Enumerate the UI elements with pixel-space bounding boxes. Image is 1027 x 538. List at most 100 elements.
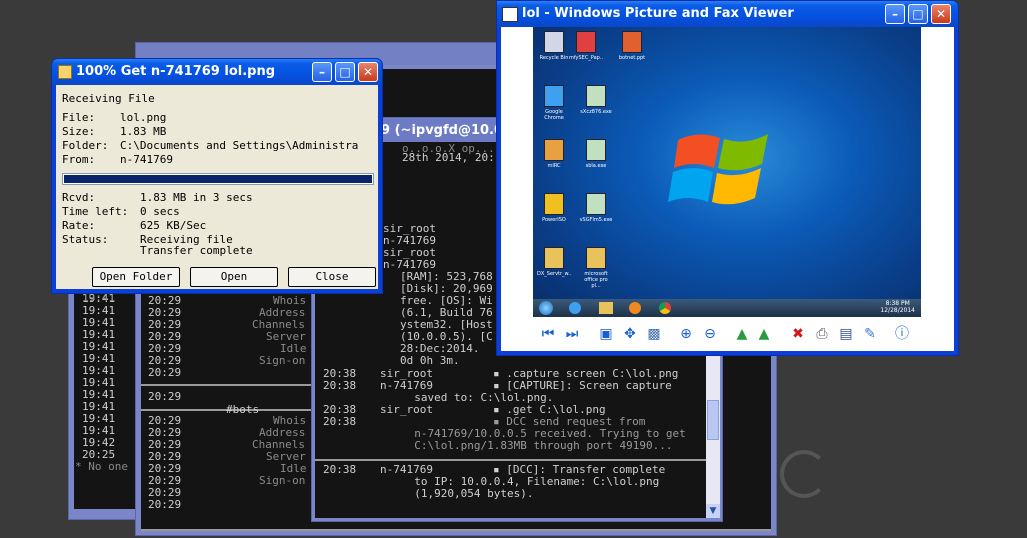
folder-value: C:\Documents and Settings\Administra [120,139,359,152]
file-value: lol.png [120,111,167,124]
file-icon [586,193,606,215]
slideshow-icon[interactable]: ▩ [645,325,663,343]
dcc-dialog-title: 100% Get n-741769 lol.png [76,64,276,79]
file-icon [586,247,606,269]
desktop-icon[interactable]: sXcz876.exe [579,85,613,115]
whois-field-sign-on: Sign-on [259,474,306,487]
desktop-icon[interactable]: Google Chrome [537,85,571,121]
no-one-text: * No one [75,460,128,473]
taskbar-explorer-icon[interactable] [599,302,613,314]
desktop-icon-label: microsoft office pro pl... [584,271,608,289]
help-icon[interactable]: ⓘ [893,325,911,343]
actual-size-icon[interactable]: ✥ [621,325,639,343]
screenshot-image[interactable]: Recycle Bin mfySEC_Pap... botnet.ppt Google… [533,27,921,317]
viewer-toolbar: ⏮ ⏭ ▣ ✥ ▩ ⊕ ⊖ ▲ ▲ ✖ ⎙ ▤ ✎ ⓘ [539,325,919,345]
message-time: 20:38 [323,415,357,428]
whois-field-sign-on: Sign-on [259,354,306,367]
open-button[interactable]: Open [190,267,278,287]
size-label: Size: [62,125,96,138]
bottom-time: 20:29 [148,498,182,511]
file-icon [544,193,564,215]
dcc-dialog-titlebar[interactable]: 100% Get n-741769 lol.png – □ ✕ [52,59,382,85]
time-left-label: Time left: [62,205,129,218]
scroll-down-arrow-icon[interactable]: ▼ [706,504,720,518]
dcc-heading: Receiving File [62,92,155,105]
status-value-2: Transfer complete [140,244,253,257]
viewer-client: Recycle Bin mfySEC_Pap... botnet.ppt Google… [501,27,954,351]
desktop-icon[interactable]: PowerISO [537,193,571,223]
viewer-close-button[interactable]: ✕ [931,4,951,24]
file-icon [544,31,564,53]
desktop-icon-label: Google Chrome [544,109,564,121]
chat-divider [315,459,707,461]
best-fit-icon[interactable]: ▣ [597,325,615,343]
from-label: From: [62,153,96,166]
taskbar-media-icon[interactable] [629,302,641,314]
file-icon [586,139,606,161]
size-value: 1.83 MB [120,125,167,138]
save-icon[interactable]: ▤ [837,325,855,343]
rotate-counterclockwise-icon[interactable]: ▲ [755,325,773,343]
dcc-dialog-icon [58,65,72,79]
desktop-icon-label: sbla.exe [585,163,607,169]
open-folder-button[interactable]: Open Folder [92,267,180,287]
time-left-value: 0 secs [140,205,180,218]
dcc-dialog-body: Receiving File File: lol.png Size: 1.83 … [56,85,378,289]
message-nick[interactable]: sir_root [380,404,433,416]
back-terminal: 19:41 19:41 19:41 19:41 19:41 19:41 19:41 19:41… [74,289,141,509]
desktop-icon[interactable]: vSGFlm5.exe [579,193,613,223]
viewer-app-icon [502,7,518,22]
win7-taskbar: 8:38 PM 12/28/2014 [533,299,921,317]
desktop-icon[interactable]: microsoft office pro pl... [579,247,613,289]
print-icon[interactable]: ⎙ [813,325,831,343]
viewer-maximize-button[interactable]: □ [908,4,928,24]
scroll-thumb[interactable] [707,400,719,440]
from-value: n-741769 [120,153,173,166]
close-button[interactable]: Close [288,267,376,287]
zoom-in-icon[interactable]: ⊕ [677,325,695,343]
taskbar-chrome-icon[interactable] [659,302,671,314]
status-label: Status: [62,233,109,246]
edit-icon[interactable]: ✎ [861,325,879,343]
desktop-icon[interactable]: Recycle Bin [537,31,571,61]
desktop-icon[interactable]: sbla.exe [579,139,613,169]
close-window-button[interactable]: ✕ [358,62,378,82]
file-icon [622,31,642,53]
next-image-button-icon[interactable]: ⏭ [563,325,581,343]
clock-date: 12/28/2014 [880,307,915,314]
file-icon [544,85,564,107]
message-text: C:\lol.png/1.83MB through port 49190... [401,439,673,452]
message-time: 20:38 [323,463,357,476]
taskbar-ie-icon[interactable] [569,302,581,314]
rcvd-label: Rcvd: [62,191,96,204]
maximize-button[interactable]: □ [335,62,355,82]
start-orb-icon[interactable] [539,301,553,315]
whois-time-6: 20:29 [148,366,182,379]
viewer-titlebar[interactable]: lol - Windows Picture and Fax Viewer – □… [497,1,958,27]
bots-channel-label[interactable]: #bots [226,404,259,416]
section-divider [141,384,313,386]
file-icon [544,139,564,161]
zoom-out-icon[interactable]: ⊖ [701,325,719,343]
picture-viewer-window[interactable]: lol - Windows Picture and Fax Viewer – □… [496,0,959,356]
file-icon [586,85,606,107]
file-icon [544,247,564,269]
previous-image-button-icon[interactable]: ⏮ [539,325,557,343]
rcvd-value: 1.83 MB in 3 secs [140,191,253,204]
mid-split-divider-2 [141,529,771,531]
desktop-icon[interactable]: DX_Servtr_w... [537,247,571,277]
rate-label: Rate: [62,219,96,232]
bots-time: 20:29 [148,390,182,403]
desktop-icon[interactable]: mIRC [537,139,571,169]
desktop-icon-label: sXcz876.exe [580,109,612,115]
sysinfo-line-7: 0d 0h 3m. [400,354,460,367]
minimize-button[interactable]: – [312,62,332,82]
delete-icon[interactable]: ✖ [789,325,807,343]
desktop-icon[interactable]: botnet.ppt [615,31,649,61]
desktop-icon[interactable]: mfySEC_Pap... [569,31,603,61]
rate-value: 625 KB/Sec [140,219,207,232]
clock-time: 8:38 PM [885,300,910,307]
rotate-clockwise-icon[interactable]: ▲ [733,325,751,343]
dcc-dialog[interactable]: 100% Get n-741769 lol.png – □ ✕ Receivin… [51,58,383,294]
viewer-minimize-button[interactable]: – [885,4,905,24]
